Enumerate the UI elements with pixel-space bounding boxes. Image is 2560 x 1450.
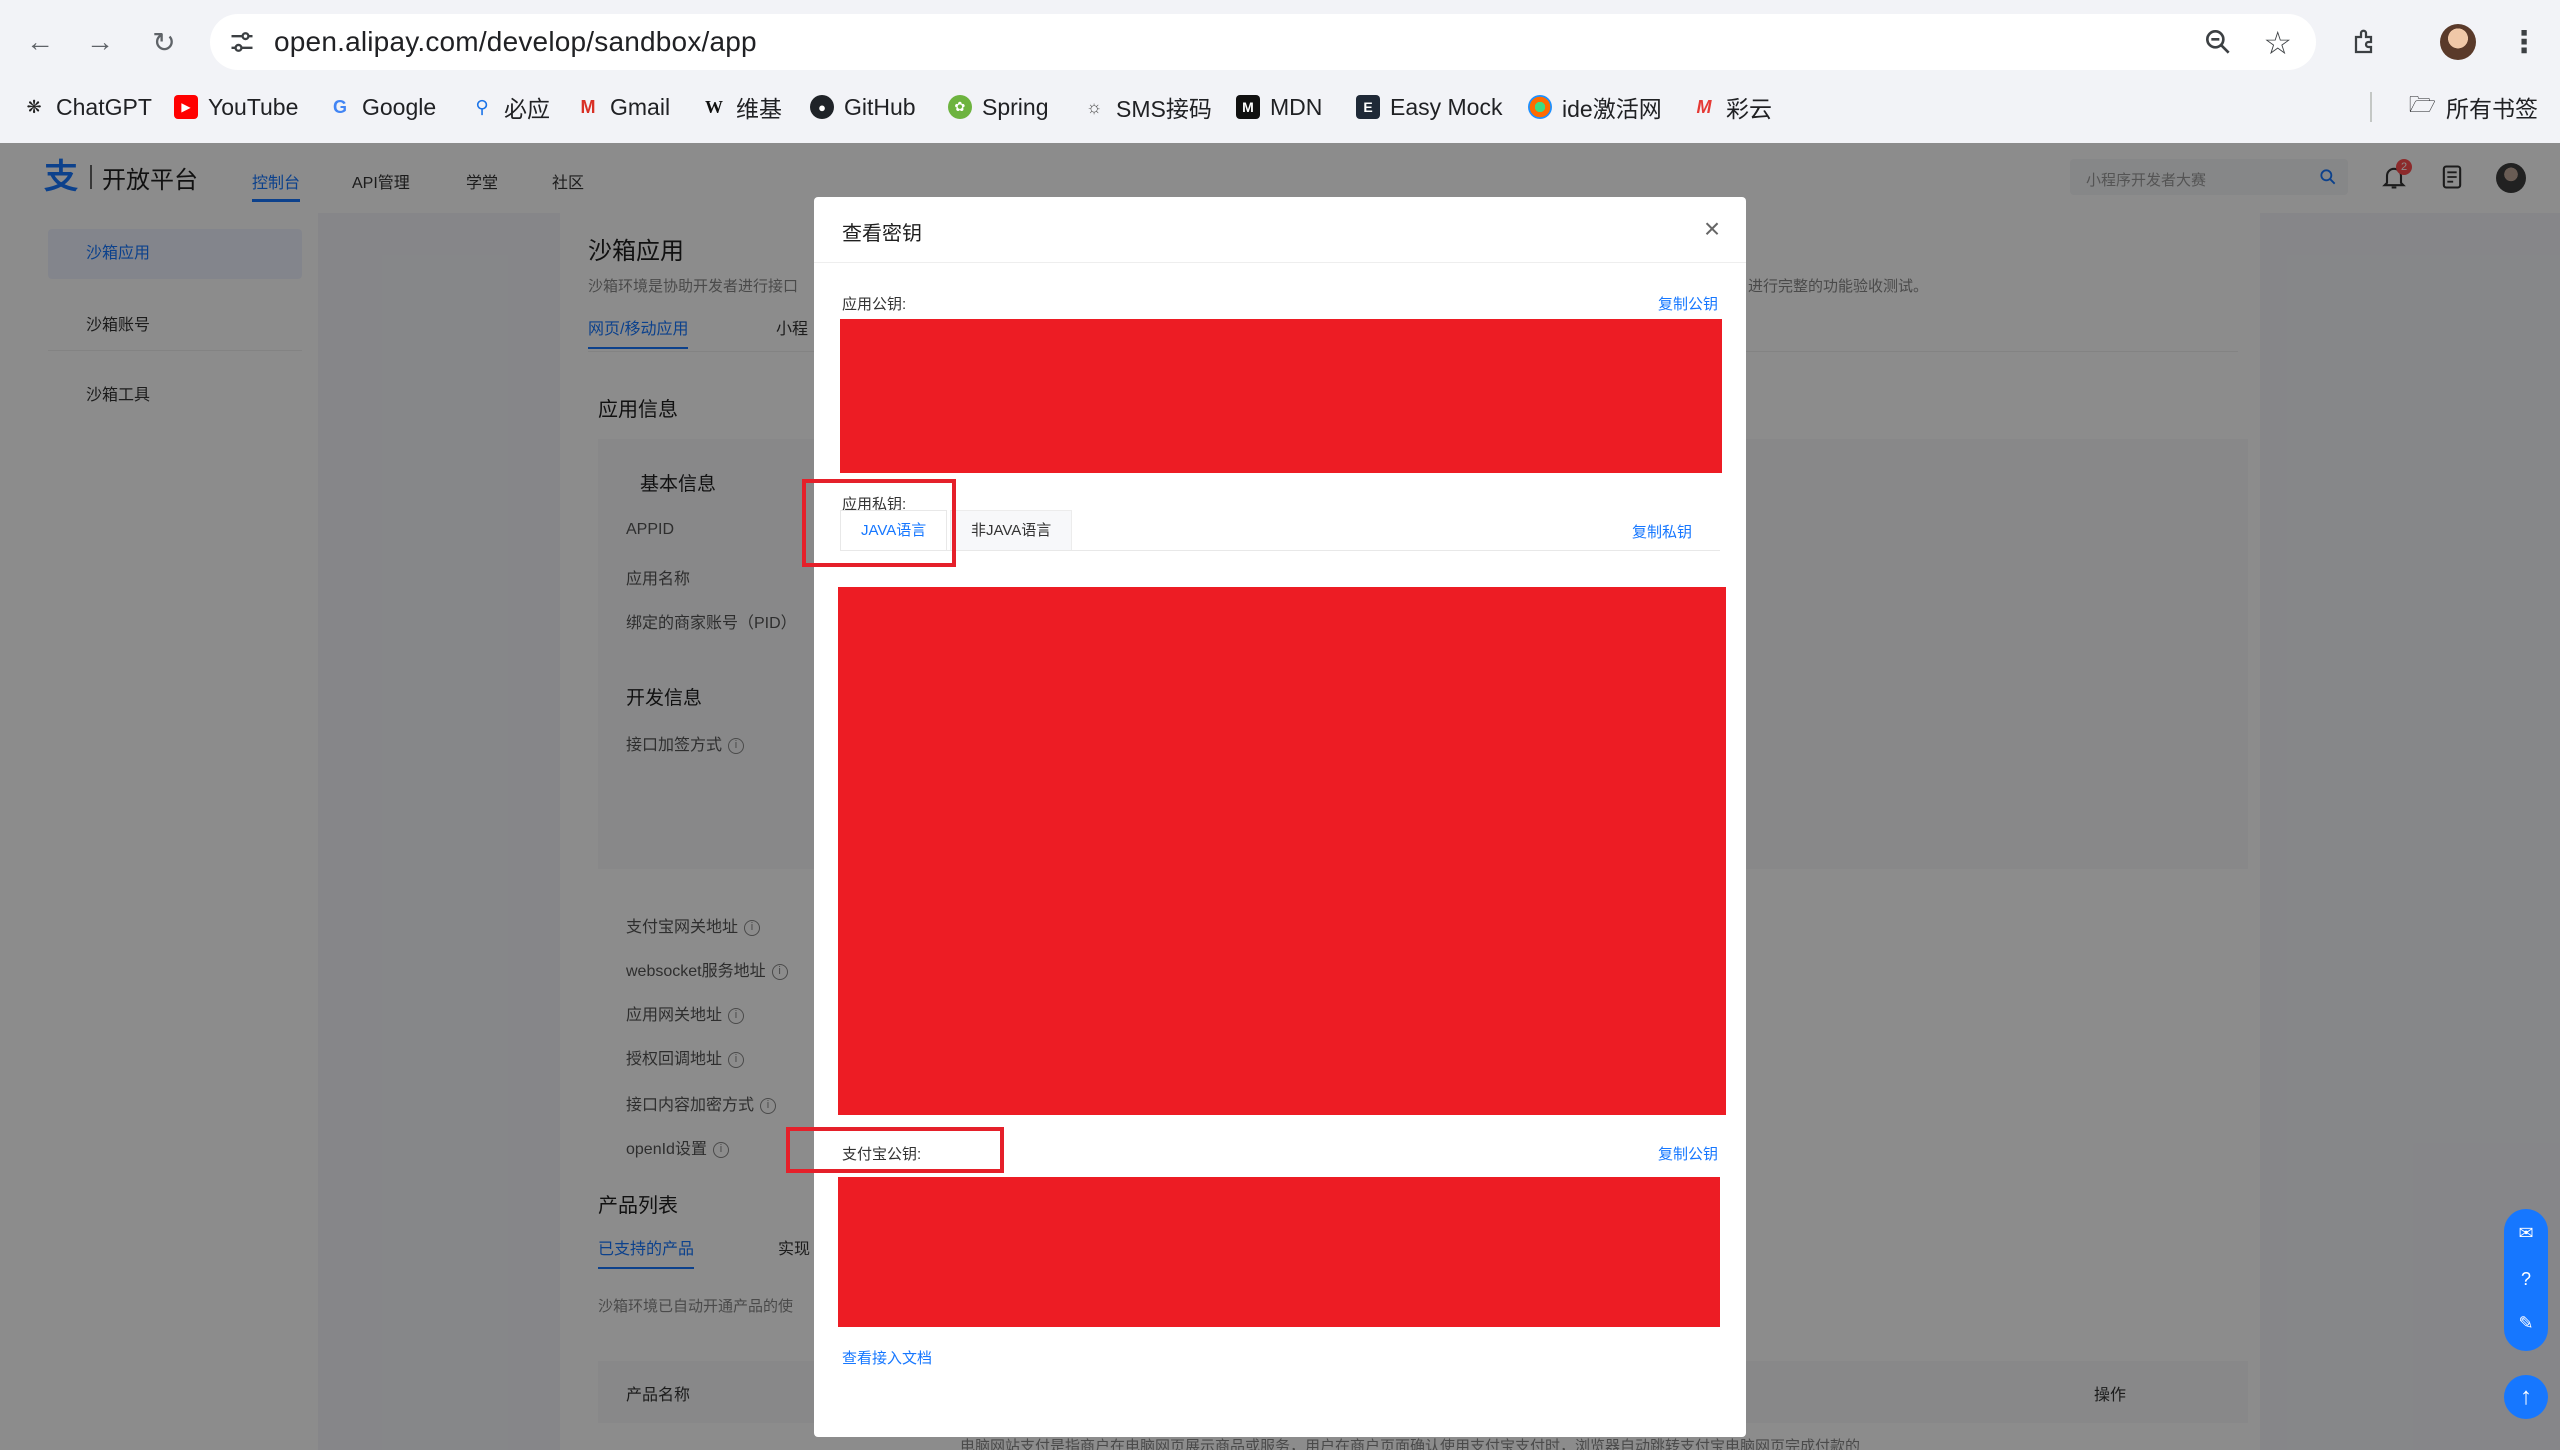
bookmark-github[interactable]: ● GitHub <box>810 90 916 124</box>
bookmark-chatgpt[interactable]: ❋ ChatGPT <box>22 90 151 124</box>
bookmark-wikipedia[interactable]: W 维基 <box>702 90 782 124</box>
github-icon: ● <box>810 95 834 119</box>
google-icon: G <box>332 96 347 117</box>
bookmark-easymock[interactable]: E Easy Mock <box>1356 90 1502 124</box>
youtube-icon: ▶ <box>174 95 198 119</box>
extensions-icon[interactable] <box>2346 22 2386 62</box>
sms-icon: ☼ <box>1085 96 1103 117</box>
modal-title: 查看密钥 <box>842 223 922 245</box>
folder-icon: 🗁 <box>2408 92 2436 117</box>
feedback-icon[interactable]: ✎ <box>2514 1311 2538 1335</box>
back-to-top-button[interactable]: ↑ <box>2504 1375 2548 1419</box>
bookmark-spring[interactable]: ✿ Spring <box>948 90 1048 124</box>
help-icon[interactable]: ? <box>2514 1267 2538 1291</box>
site-settings-icon[interactable] <box>228 28 256 56</box>
page: 支 开放平台 控制台 API管理 学堂 社区 小程序开发者大赛 2 沙箱应用 沙… <box>0 143 2560 1450</box>
bookmark-ide[interactable]: ide激活网 <box>1528 90 1662 124</box>
copy-alipay-public-key-button[interactable]: 复制公钥 <box>1658 1143 1718 1164</box>
app-public-key-redacted <box>840 319 1722 473</box>
address-bar[interactable]: open.alipay.com/develop/sandbox/app ☆ <box>210 14 2316 70</box>
bookmark-youtube[interactable]: ▶ YouTube <box>174 90 298 124</box>
ide-icon <box>1528 95 1552 119</box>
back-arrow-icon[interactable]: ← <box>20 22 60 62</box>
bookmark-star-icon[interactable]: ☆ <box>2263 24 2292 62</box>
browser-menu-icon[interactable]: ⋮ <box>2504 22 2544 62</box>
bookmarks-divider <box>2370 92 2372 122</box>
view-integration-docs-link[interactable]: 查看接入文档 <box>842 1347 932 1368</box>
chatgpt-icon: ❋ <box>26 96 42 117</box>
close-icon[interactable]: × <box>1698 215 1726 243</box>
copy-app-public-key-button[interactable]: 复制公钥 <box>1658 293 1718 314</box>
browser-chrome: ← → ↻ open.alipay.com/develop/sandbox/ap… <box>0 0 2560 143</box>
profile-avatar[interactable] <box>2438 22 2478 62</box>
app-private-key-redacted <box>838 587 1726 1115</box>
zoom-icon[interactable] <box>2202 26 2234 58</box>
annotation-box-alipay-key <box>786 1127 1004 1173</box>
bookmark-sms[interactable]: ☼ SMS接码 <box>1082 90 1212 124</box>
caiyun-icon: M <box>1696 96 1712 117</box>
gmail-icon: M <box>580 96 596 117</box>
alipay-public-key-redacted <box>838 1177 1720 1327</box>
chat-icon[interactable]: ✉ <box>2514 1221 2538 1245</box>
app-public-key-label: 应用公钥: <box>842 296 907 313</box>
annotation-box-private-key <box>802 479 956 567</box>
reload-icon[interactable]: ↻ <box>144 22 184 62</box>
bookmarks-bar: ❋ ChatGPT ▶ YouTube G Google ⚲ 必应 M Gmail W 维基… <box>0 84 2560 130</box>
view-keys-modal: 查看密钥 × 应用公钥: 复制公钥 应用私钥: JAVA语言 非JAVA语言 复… <box>786 197 1746 1437</box>
easymock-icon: E <box>1356 95 1380 119</box>
bookmark-bing[interactable]: ⚲ 必应 <box>470 90 550 124</box>
all-bookmarks-folder[interactable]: 🗁 所有书签 <box>2409 90 2538 124</box>
bookmark-caiyun[interactable]: M 彩云 <box>1692 90 1773 124</box>
tab-non-java-language[interactable]: 非JAVA语言 <box>950 510 1073 550</box>
bing-icon: ⚲ <box>475 96 489 117</box>
bookmark-google[interactable]: G Google <box>328 90 436 124</box>
floating-help-bar: ✉ ? ✎ <box>2504 1209 2548 1351</box>
mdn-icon: M <box>1236 95 1260 119</box>
bookmark-mdn[interactable]: M MDN <box>1236 90 1322 124</box>
bookmark-gmail[interactable]: M Gmail <box>576 90 671 124</box>
modal-header: 查看密钥 × <box>814 197 1746 263</box>
spring-icon: ✿ <box>948 95 972 119</box>
wikipedia-icon: W <box>705 96 723 117</box>
copy-private-key-button[interactable]: 复制私钥 <box>1632 521 1692 542</box>
url-text[interactable]: open.alipay.com/develop/sandbox/app <box>274 26 757 58</box>
key-tabs-divider <box>840 550 1720 551</box>
forward-arrow-icon[interactable]: → <box>80 22 120 62</box>
